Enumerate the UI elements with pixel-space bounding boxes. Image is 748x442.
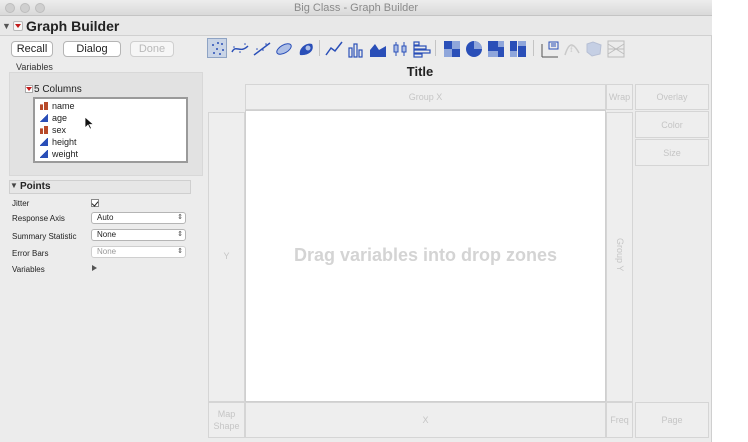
report-title: Graph Builder [26,18,120,34]
column-item[interactable]: sex [40,124,66,136]
treemap-element-icon[interactable] [485,38,505,58]
histogram-element-icon[interactable] [411,38,431,58]
box-plot-element-icon[interactable] [389,38,409,58]
toolbar-separator [533,40,534,56]
page-drop-zone[interactable]: Page [635,402,709,438]
points-section-title: Points [20,181,51,192]
window-titlebar: Big Class - Graph Builder [0,0,712,16]
variables-prop-label: Variables [12,265,45,274]
contour-element-icon[interactable] [295,38,315,58]
ordinal-icon [40,114,48,122]
error-bars-select[interactable]: None ⇕ [91,246,186,258]
window-title: Big Class - Graph Builder [293,2,419,14]
disclosure-triangle-icon[interactable]: ▼ [2,21,11,31]
ellipse-element-icon[interactable] [273,38,293,58]
size-drop-zone[interactable]: Size [635,139,709,166]
line-of-fit-element-icon[interactable] [251,38,271,58]
select-arrows-icon: ⇕ [177,248,183,255]
response-axis-label: Response Axis [12,214,65,223]
nominal-icon [40,126,48,134]
column-item[interactable]: age [40,112,67,124]
select-arrows-icon: ⇕ [177,214,183,221]
caption-box-element-icon[interactable] [539,38,559,58]
recall-button[interactable]: Recall [11,41,53,57]
group-y-drop-zone[interactable]: Group Y [606,112,633,402]
points-element-icon[interactable] [207,38,227,58]
nominal-icon [40,102,48,110]
report-header: ▼ Graph Builder [0,16,712,36]
smoother-element-icon[interactable] [229,38,249,58]
bar-element-icon[interactable] [345,38,365,58]
continuous-icon [40,150,48,158]
color-drop-zone[interactable]: Color [635,111,709,138]
toolbar-separator [435,40,436,56]
line-element-icon[interactable] [323,38,343,58]
parallel-element-icon[interactable] [605,38,625,58]
area-element-icon[interactable] [367,38,387,58]
toolbar-separator [319,40,320,56]
wrap-drop-zone[interactable]: Wrap [606,84,633,110]
column-list[interactable]: name age sex height weight [33,97,188,163]
x-drop-zone[interactable]: X [245,402,606,438]
summary-statistic-select[interactable]: None ⇕ [91,229,186,241]
columns-count-label: 5 Columns [34,84,82,95]
jitter-checkbox[interactable] [91,199,99,207]
pie-element-icon[interactable] [463,38,483,58]
map-shapes-element-icon[interactable] [583,38,603,58]
continuous-icon [40,138,48,146]
summary-statistic-label: Summary Statistic [12,232,77,241]
expand-triangle-icon[interactable] [92,265,97,271]
graph-title[interactable]: Title [0,64,748,79]
jitter-label: Jitter [12,199,30,208]
drop-zones-hint: Drag variables into drop zones [293,245,558,265]
overlay-drop-zone[interactable]: Overlay [635,84,709,110]
svg-text:f: f [570,45,573,54]
points-disclosure-icon[interactable]: ▼ [10,181,18,190]
red-triangle-menu-icon[interactable] [13,21,23,31]
select-arrows-icon: ⇕ [177,231,183,238]
map-shape-drop-zone[interactable]: Map Shape [208,402,245,438]
column-item[interactable]: name [40,100,75,112]
dialog-button[interactable]: Dialog [63,41,121,57]
graph-builder-window: Big Class - Graph Builder ▼ Graph Builde… [0,0,712,442]
group-x-drop-zone[interactable]: Group X [245,84,606,110]
error-bars-label: Error Bars [12,249,49,258]
mosaic-element-icon[interactable] [507,38,527,58]
column-item[interactable]: weight [40,148,78,160]
graph-canvas[interactable]: Drag variables into drop zones [245,110,606,402]
done-button[interactable]: Done [130,41,174,57]
formula-element-icon[interactable]: f [561,38,581,58]
column-item[interactable]: height [40,136,77,148]
columns-red-triangle-icon[interactable] [25,85,33,93]
response-axis-select[interactable]: Auto ⇕ [91,212,186,224]
heatmap-element-icon[interactable] [441,38,461,58]
freq-drop-zone[interactable]: Freq [606,402,633,438]
y-drop-zone[interactable]: Y [208,112,245,402]
